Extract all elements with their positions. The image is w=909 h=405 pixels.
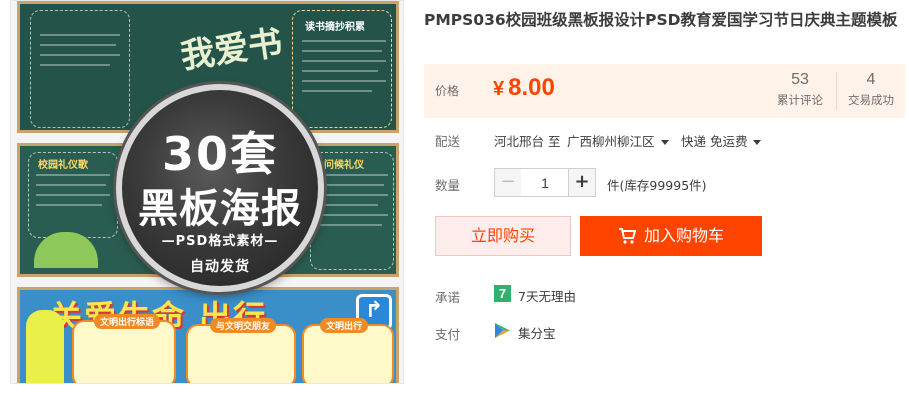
price-amount: 8.00 [508, 74, 555, 101]
poster-bubble [302, 324, 394, 383]
stat-divider [836, 72, 837, 110]
review-label: 累计评论 [777, 93, 823, 107]
cart-icon [618, 228, 636, 244]
price-value: ¥8.00 [493, 74, 555, 102]
promise-label: 承诺 [435, 290, 461, 305]
product-image[interactable]: 我爱书 读书摘抄积累 校园礼仪歌 问候礼仪 关爱生命 出行 ↱ 文明出行标语 [10, 0, 404, 384]
quantity-decrease-button[interactable]: − [494, 168, 522, 197]
payment-text[interactable]: 集分宝 [518, 323, 556, 342]
badge-title: 黑板海报 [138, 186, 302, 232]
currency-symbol: ¥ [493, 78, 505, 100]
review-count-stat[interactable]: 53 累计评论 [772, 71, 828, 108]
seven-day-return-icon: 7 [494, 285, 511, 302]
shipping-destination-select[interactable]: 广西柳州柳江区 [567, 131, 669, 150]
poster-panel-title: 校园礼仪歌 [38, 160, 88, 171]
shipping-label: 配送 [435, 134, 461, 149]
add-to-cart-label: 加入购物车 [643, 226, 724, 245]
poster-panel-title: 问候礼仪 [324, 160, 364, 171]
quantity-label: 数量 [435, 178, 461, 193]
poster-traffic-theme: 关爱生命 出行 ↱ 文明出行标语 与文明交朋友 文明出行 [17, 287, 399, 383]
payment-label: 支付 [435, 327, 461, 342]
shipping-origin: 河北邢台 至 [494, 134, 561, 149]
poster-panel-title: 读书摘抄积累 [305, 22, 365, 33]
sales-count: 4 [866, 71, 876, 88]
poster-headline: 我爱书 [178, 23, 285, 77]
chevron-down-icon [660, 140, 669, 145]
jifenbao-icon [495, 323, 510, 338]
review-count: 53 [791, 71, 809, 88]
shipping-destination-text: 广西柳州柳江区 [567, 134, 655, 149]
chevron-down-icon [753, 140, 762, 145]
sales-count-stat: 4 交易成功 [840, 71, 902, 108]
price-box: 价格 ¥8.00 53 累计评论 4 交易成功 [424, 64, 905, 118]
sales-label: 交易成功 [848, 93, 894, 107]
stock-info: 件(库存99995件) [607, 178, 707, 193]
badge-count: 30套 [161, 127, 278, 181]
promo-badge: 30套 黑板海报 —PSD格式素材— 自动发货 [116, 84, 324, 292]
add-to-cart-button[interactable]: 加入购物车 [580, 216, 762, 256]
shipping-method-text: 快递 免运费 [681, 134, 748, 149]
badge-format: —PSD格式素材— [161, 234, 279, 249]
badge-delivery: 自动发货 [190, 259, 250, 275]
price-label: 价格 [435, 84, 460, 98]
product-title: PMPS036校园班级黑板报设计PSD教育爱国学习节日庆典主题模板 [424, 11, 898, 29]
promise-text[interactable]: 7天无理由 [518, 286, 576, 305]
quantity-increase-button[interactable]: + [568, 168, 596, 197]
shipping-method-select[interactable]: 快递 免运费 [681, 131, 762, 150]
buy-now-button[interactable]: 立即购买 [435, 216, 571, 256]
quantity-input[interactable] [521, 168, 569, 197]
poster-bubble [186, 324, 296, 383]
poster-bubble [72, 320, 176, 383]
police-officer-illustration [26, 310, 64, 383]
poster-panel [30, 10, 130, 128]
